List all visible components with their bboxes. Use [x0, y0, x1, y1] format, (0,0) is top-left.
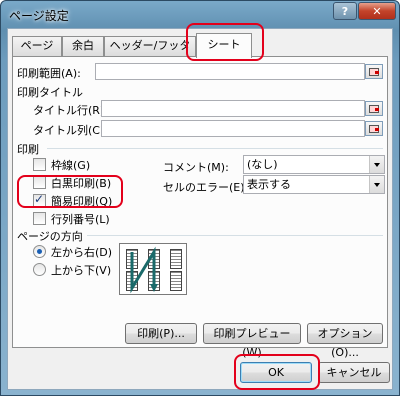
draft-quality-checkbox[interactable] [33, 192, 46, 207]
title-cols-label: タイトル列(C): [33, 124, 108, 137]
dialog-title: ページ設定 [9, 9, 69, 23]
gridlines-checkbox[interactable] [33, 158, 46, 171]
tab-header-footer[interactable]: ヘッダー/フッター [104, 36, 196, 70]
print-area-label: 印刷範囲(A): [17, 67, 81, 80]
print-heading: 印刷 [17, 143, 39, 156]
chevron-down-icon[interactable] [369, 176, 384, 193]
print-preview-button[interactable]: 印刷プレビュー(W) [203, 323, 301, 359]
page-order-preview-icon [119, 243, 187, 295]
page-order-heading: ページの方向 [17, 230, 83, 243]
cancel-button[interactable]: キャンセル [318, 362, 390, 383]
comments-label: コメント(M): [163, 161, 229, 174]
title-cols-input[interactable] [101, 120, 365, 137]
row-col-headings-label: 行列番号(L) [51, 213, 110, 226]
down-then-over-radio[interactable] [33, 245, 46, 258]
comments-value: (なし) [247, 158, 278, 171]
tab-page[interactable]: ページ [12, 36, 62, 56]
print-titles-heading: 印刷タイトル [17, 86, 83, 99]
print-area-picker-icon[interactable] [365, 64, 383, 79]
over-then-down-label: 上から下(V) [51, 264, 112, 277]
tab-sheet[interactable]: シート [196, 33, 252, 58]
title-bar: ページ設定 ? ✕ [1, 1, 399, 27]
close-button[interactable]: ✕ [358, 2, 396, 20]
comments-select[interactable]: (なし) [243, 155, 385, 174]
print-divider [47, 148, 383, 149]
arrow-icon [130, 246, 158, 294]
black-and-white-checkbox[interactable] [33, 176, 46, 189]
over-then-down-radio[interactable] [33, 263, 46, 276]
cell-errors-value: 表示する [247, 178, 291, 191]
title-rows-label: タイトル行(R): [33, 104, 108, 117]
cell-errors-label: セルのエラー(E): [163, 181, 249, 194]
dialog-body: ページ 余白 ヘッダー/フッター シート 印刷範囲(A): 印刷タイトル タイト… [7, 28, 393, 390]
title-rows-picker-icon[interactable] [365, 101, 383, 116]
chevron-down-icon[interactable] [369, 156, 384, 173]
help-button[interactable]: ? [333, 2, 357, 20]
cell-errors-select[interactable]: 表示する [243, 175, 385, 194]
title-cols-picker-icon[interactable] [365, 121, 383, 136]
row-col-headings-checkbox[interactable] [33, 212, 46, 225]
draft-quality-label: 簡易印刷(Q) [51, 195, 113, 208]
title-rows-input[interactable] [101, 100, 365, 117]
down-then-over-label: 左から右(D) [51, 246, 113, 259]
ok-button[interactable]: OK [240, 362, 312, 383]
options-button[interactable]: オプション(O)... [307, 323, 383, 359]
sheet-panel: 印刷範囲(A): 印刷タイトル タイトル行(R): タイトル列(C): 印刷 枠… [12, 56, 388, 359]
page-setup-dialog: ページ設定 ? ✕ ページ 余白 ヘッダー/フッター シート 印刷範囲(A): … [0, 0, 400, 396]
page-order-divider [87, 235, 383, 236]
tab-margins[interactable]: 余白 [62, 36, 104, 56]
print-button[interactable]: 印刷(P)... [125, 323, 197, 344]
gridlines-label: 枠線(G) [51, 159, 91, 172]
print-area-input[interactable] [95, 63, 365, 80]
black-and-white-label: 白黒印刷(B) [51, 177, 112, 190]
